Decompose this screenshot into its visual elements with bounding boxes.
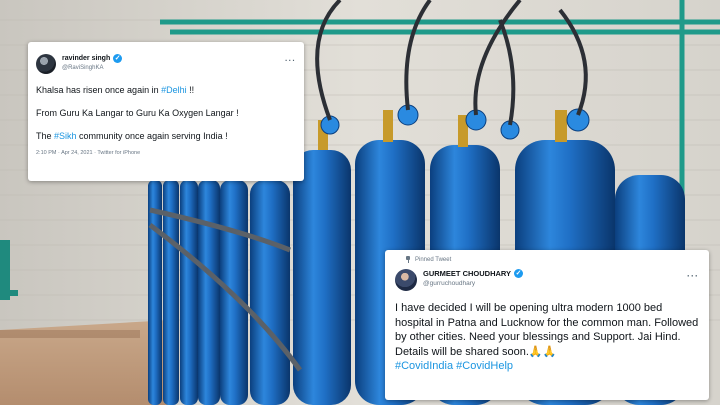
author-handle[interactable]: @RaviSinghKA — [62, 65, 122, 71]
tweet-header: GURMEET CHOUDHARY ✓ @gurruchoudhary ··· — [395, 269, 699, 291]
hashtag-link[interactable]: #Delhi — [161, 85, 187, 95]
tweet-text: The — [36, 131, 55, 141]
tweet-text: Khalsa has risen once again in — [36, 85, 162, 95]
author-block: GURMEET CHOUDHARY ✓ @gurruchoudhary — [423, 269, 524, 287]
hashtag-link[interactable]: #CovidHelp — [456, 360, 513, 372]
tweet-body: Khalsa has risen once again in #Delhi !!… — [36, 84, 296, 142]
tweet-text: community once again serving India ! — [76, 131, 228, 141]
pin-icon — [405, 256, 411, 263]
author-block: ravinder singh ✓ @RaviSinghKA — [62, 54, 123, 71]
hashtag-link[interactable]: #CovidIndia — [395, 360, 453, 372]
author-name[interactable]: ravinder singh ✓ — [62, 54, 123, 63]
tweet-card-ravinder: ravinder singh ✓ @RaviSinghKA ··· Khalsa… — [28, 42, 304, 181]
tweet-text: I have decided I will be opening ultra m… — [395, 302, 699, 358]
pinned-indicator: Pinned Tweet — [405, 256, 699, 263]
author-name-text[interactable]: GURMEET CHOUDHARY — [423, 269, 511, 278]
tweet-line: Khalsa has risen once again in #Delhi !! — [36, 84, 296, 96]
hashtag-link[interactable]: #Sikh — [54, 131, 77, 141]
pinned-label: Pinned Tweet — [415, 256, 452, 263]
verified-badge-icon: ✓ — [514, 269, 524, 278]
avatar[interactable] — [36, 54, 56, 74]
more-options-icon[interactable]: ··· — [687, 271, 699, 281]
tweet-text: !! — [186, 85, 195, 95]
author-handle[interactable]: @gurruchoudhary — [423, 280, 523, 287]
avatar[interactable] — [395, 269, 417, 291]
tweet-body: I have decided I will be opening ultra m… — [395, 301, 699, 374]
more-options-icon[interactable]: ··· — [285, 56, 296, 65]
tweet-header: ravinder singh ✓ @RaviSinghKA ··· — [36, 54, 296, 74]
tweet-line: From Guru Ka Langar to Guru Ka Oxygen La… — [36, 108, 239, 118]
author-name-text[interactable]: ravinder singh — [62, 55, 110, 62]
tweet-line: The #Sikh community once again serving I… — [36, 130, 296, 142]
tweet-card-gurmeet: Pinned Tweet GURMEET CHOUDHARY ✓ @gurruc… — [385, 250, 709, 400]
tweet-timestamp[interactable]: 2:10 PM · Apr 24, 2021 · Twitter for iPh… — [36, 150, 296, 156]
verified-badge-icon: ✓ — [113, 54, 123, 63]
author-name[interactable]: GURMEET CHOUDHARY ✓ — [423, 269, 524, 278]
